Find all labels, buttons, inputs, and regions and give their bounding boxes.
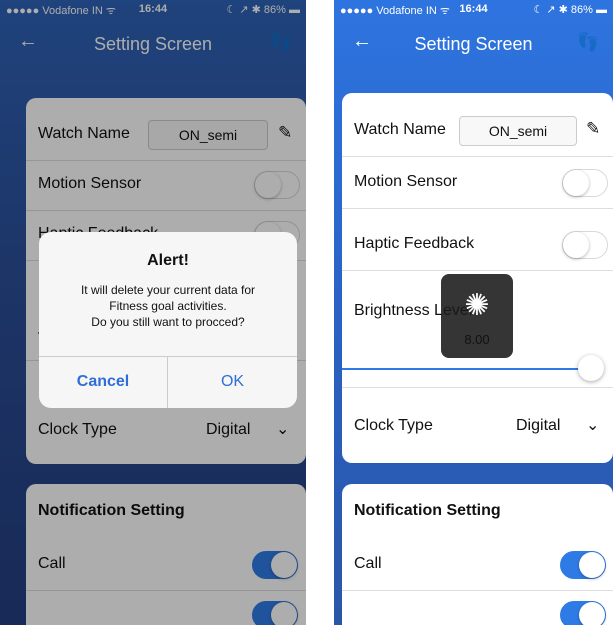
alert-message-line-1: It will delete your current data for — [80, 283, 256, 297]
ok-button[interactable]: OK — [168, 356, 297, 408]
motion-sensor-row: Motion Sensor — [342, 158, 613, 209]
phone-screen-left: ●●●●● Vodafone IN ᯤ 16:44 ☾ ↗ ✱ 86% ▬ ← … — [0, 0, 306, 625]
nav-bar: ← Setting Screen 👣 — [334, 20, 613, 70]
cancel-button[interactable]: Cancel — [39, 356, 167, 408]
chevron-down-icon[interactable]: ⌄ — [586, 415, 599, 435]
status-indicators: ☾ ↗ ✱ 86% ▬ — [533, 4, 607, 16]
motion-sensor-label: Motion Sensor — [354, 173, 458, 190]
watch-name-row: Watch Name ON_semi ✎ — [342, 106, 613, 157]
haptic-feedback-row: Haptic Feedback — [342, 220, 613, 271]
haptic-feedback-toggle[interactable] — [562, 231, 608, 259]
clock-type-row: Clock Type Digital ⌄ — [342, 402, 613, 452]
carrier-text: ●●●●● Vodafone IN ᯤ — [340, 5, 450, 17]
alert-message-line-2: Fitness goal activities. — [109, 299, 227, 313]
brightness-value: 8.00 — [464, 332, 490, 347]
loading-hud: ✺ 8.00 — [441, 274, 513, 358]
call-row: Call — [342, 540, 613, 591]
motion-sensor-toggle[interactable] — [562, 169, 608, 197]
notification-card: Notification Setting Call — [342, 484, 613, 625]
status-bar: ●●●●● Vodafone IN ᯤ 16:44 ☾ ↗ ✱ 86% ▬ — [334, 0, 613, 20]
alert-dialog: Alert! It will delete your current data … — [39, 232, 297, 408]
notification-section-title: Notification Setting — [354, 502, 501, 519]
status-time: 16:44 — [459, 3, 488, 15]
haptic-feedback-label: Haptic Feedback — [354, 235, 475, 252]
call-label: Call — [354, 555, 382, 572]
alert-title: Alert! — [147, 252, 189, 269]
next-row — [342, 590, 613, 625]
watch-name-label: Watch Name — [354, 121, 446, 138]
brightness-slider-thumb[interactable] — [578, 355, 604, 381]
brightness-slider-track[interactable] — [342, 368, 589, 370]
spinner-icon: ✺ — [464, 289, 490, 322]
footprints-icon[interactable]: 👣 — [577, 32, 599, 53]
watch-name-field[interactable]: ON_semi — [459, 116, 577, 146]
clock-type-value[interactable]: Digital — [516, 417, 560, 435]
alert-message-line-3: Do you still want to procced? — [91, 315, 245, 329]
call-toggle[interactable] — [560, 551, 606, 579]
clock-type-label: Clock Type — [354, 417, 433, 434]
phone-screen-right: ●●●●● Vodafone IN ᯤ 16:44 ☾ ↗ ✱ 86% ▬ ← … — [334, 0, 613, 625]
edit-icon[interactable]: ✎ — [586, 119, 600, 139]
page-title: Setting Screen — [414, 34, 533, 54]
next-toggle[interactable] — [560, 601, 606, 625]
alert-message: It will delete your current data for Fit… — [49, 282, 287, 330]
